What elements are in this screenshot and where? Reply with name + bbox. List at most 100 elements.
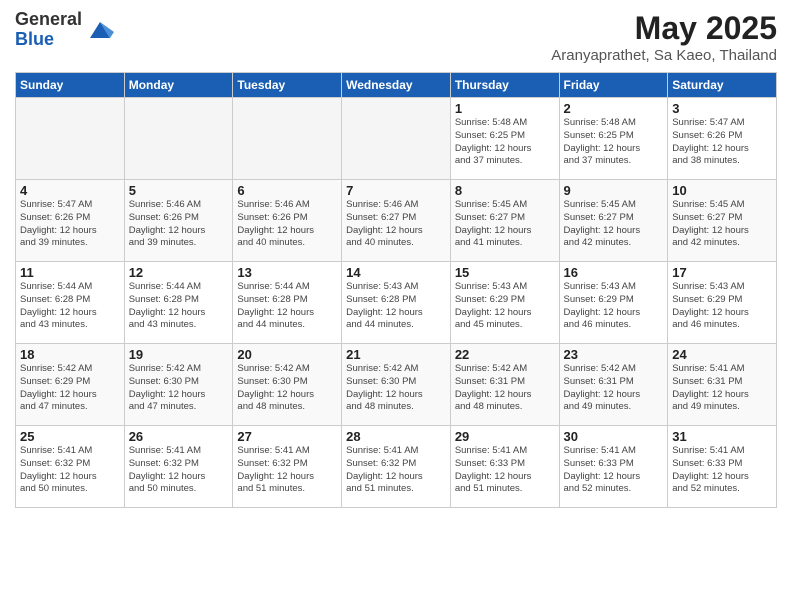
calendar-header-row: Sunday Monday Tuesday Wednesday Thursday…	[16, 73, 777, 98]
day-number: 8	[455, 183, 555, 198]
day-number: 19	[129, 347, 229, 362]
day-info: Sunrise: 5:46 AMSunset: 6:26 PMDaylight:…	[237, 199, 337, 250]
day-info: Sunrise: 5:46 AMSunset: 6:27 PMDaylight:…	[346, 199, 446, 250]
calendar-cell: 9Sunrise: 5:45 AMSunset: 6:27 PMDaylight…	[559, 180, 668, 262]
calendar-cell: 12Sunrise: 5:44 AMSunset: 6:28 PMDayligh…	[124, 262, 233, 344]
calendar-week-3: 11Sunrise: 5:44 AMSunset: 6:28 PMDayligh…	[16, 262, 777, 344]
calendar-cell: 27Sunrise: 5:41 AMSunset: 6:32 PMDayligh…	[233, 426, 342, 508]
day-number: 1	[455, 101, 555, 116]
day-number: 31	[672, 429, 772, 444]
day-info: Sunrise: 5:47 AMSunset: 6:26 PMDaylight:…	[20, 199, 120, 250]
calendar-cell: 11Sunrise: 5:44 AMSunset: 6:28 PMDayligh…	[16, 262, 125, 344]
day-number: 18	[20, 347, 120, 362]
day-number: 2	[564, 101, 664, 116]
day-info: Sunrise: 5:45 AMSunset: 6:27 PMDaylight:…	[564, 199, 664, 250]
calendar-subtitle: Aranyaprathet, Sa Kaeo, Thailand	[551, 47, 777, 64]
calendar-cell	[124, 98, 233, 180]
logo-blue: Blue	[15, 30, 82, 50]
day-info: Sunrise: 5:44 AMSunset: 6:28 PMDaylight:…	[129, 281, 229, 332]
calendar-week-5: 25Sunrise: 5:41 AMSunset: 6:32 PMDayligh…	[16, 426, 777, 508]
day-number: 14	[346, 265, 446, 280]
day-info: Sunrise: 5:41 AMSunset: 6:32 PMDaylight:…	[129, 445, 229, 496]
day-info: Sunrise: 5:41 AMSunset: 6:32 PMDaylight:…	[346, 445, 446, 496]
day-info: Sunrise: 5:41 AMSunset: 6:31 PMDaylight:…	[672, 363, 772, 414]
calendar-cell: 30Sunrise: 5:41 AMSunset: 6:33 PMDayligh…	[559, 426, 668, 508]
calendar-cell: 18Sunrise: 5:42 AMSunset: 6:29 PMDayligh…	[16, 344, 125, 426]
day-number: 27	[237, 429, 337, 444]
day-number: 24	[672, 347, 772, 362]
page: General Blue May 2025 Aranyaprathet, Sa …	[0, 0, 792, 612]
day-info: Sunrise: 5:45 AMSunset: 6:27 PMDaylight:…	[672, 199, 772, 250]
logo-icon	[86, 16, 114, 44]
calendar-cell	[342, 98, 451, 180]
calendar-cell: 6Sunrise: 5:46 AMSunset: 6:26 PMDaylight…	[233, 180, 342, 262]
day-number: 13	[237, 265, 337, 280]
title-block: May 2025 Aranyaprathet, Sa Kaeo, Thailan…	[551, 10, 777, 64]
day-number: 9	[564, 183, 664, 198]
day-info: Sunrise: 5:48 AMSunset: 6:25 PMDaylight:…	[455, 117, 555, 168]
calendar-cell: 7Sunrise: 5:46 AMSunset: 6:27 PMDaylight…	[342, 180, 451, 262]
day-number: 25	[20, 429, 120, 444]
col-thursday: Thursday	[450, 73, 559, 98]
day-info: Sunrise: 5:41 AMSunset: 6:33 PMDaylight:…	[672, 445, 772, 496]
day-info: Sunrise: 5:41 AMSunset: 6:33 PMDaylight:…	[564, 445, 664, 496]
day-number: 30	[564, 429, 664, 444]
calendar-cell: 26Sunrise: 5:41 AMSunset: 6:32 PMDayligh…	[124, 426, 233, 508]
day-info: Sunrise: 5:43 AMSunset: 6:29 PMDaylight:…	[564, 281, 664, 332]
calendar-cell: 13Sunrise: 5:44 AMSunset: 6:28 PMDayligh…	[233, 262, 342, 344]
day-number: 5	[129, 183, 229, 198]
calendar-cell: 21Sunrise: 5:42 AMSunset: 6:30 PMDayligh…	[342, 344, 451, 426]
day-number: 16	[564, 265, 664, 280]
calendar-cell: 10Sunrise: 5:45 AMSunset: 6:27 PMDayligh…	[668, 180, 777, 262]
calendar-week-2: 4Sunrise: 5:47 AMSunset: 6:26 PMDaylight…	[16, 180, 777, 262]
day-info: Sunrise: 5:42 AMSunset: 6:31 PMDaylight:…	[564, 363, 664, 414]
day-info: Sunrise: 5:48 AMSunset: 6:25 PMDaylight:…	[564, 117, 664, 168]
day-info: Sunrise: 5:42 AMSunset: 6:30 PMDaylight:…	[346, 363, 446, 414]
calendar-cell: 29Sunrise: 5:41 AMSunset: 6:33 PMDayligh…	[450, 426, 559, 508]
col-saturday: Saturday	[668, 73, 777, 98]
logo-general: General	[15, 10, 82, 30]
day-number: 11	[20, 265, 120, 280]
day-info: Sunrise: 5:45 AMSunset: 6:27 PMDaylight:…	[455, 199, 555, 250]
calendar-cell: 8Sunrise: 5:45 AMSunset: 6:27 PMDaylight…	[450, 180, 559, 262]
day-number: 20	[237, 347, 337, 362]
day-number: 28	[346, 429, 446, 444]
day-info: Sunrise: 5:41 AMSunset: 6:33 PMDaylight:…	[455, 445, 555, 496]
day-number: 6	[237, 183, 337, 198]
day-info: Sunrise: 5:43 AMSunset: 6:29 PMDaylight:…	[672, 281, 772, 332]
day-info: Sunrise: 5:42 AMSunset: 6:30 PMDaylight:…	[129, 363, 229, 414]
calendar-cell: 5Sunrise: 5:46 AMSunset: 6:26 PMDaylight…	[124, 180, 233, 262]
day-info: Sunrise: 5:42 AMSunset: 6:31 PMDaylight:…	[455, 363, 555, 414]
calendar-week-4: 18Sunrise: 5:42 AMSunset: 6:29 PMDayligh…	[16, 344, 777, 426]
logo: General Blue	[15, 10, 114, 50]
day-info: Sunrise: 5:41 AMSunset: 6:32 PMDaylight:…	[237, 445, 337, 496]
calendar-cell: 19Sunrise: 5:42 AMSunset: 6:30 PMDayligh…	[124, 344, 233, 426]
calendar-cell: 4Sunrise: 5:47 AMSunset: 6:26 PMDaylight…	[16, 180, 125, 262]
day-info: Sunrise: 5:47 AMSunset: 6:26 PMDaylight:…	[672, 117, 772, 168]
calendar-cell: 16Sunrise: 5:43 AMSunset: 6:29 PMDayligh…	[559, 262, 668, 344]
day-info: Sunrise: 5:44 AMSunset: 6:28 PMDaylight:…	[20, 281, 120, 332]
day-number: 12	[129, 265, 229, 280]
calendar-cell: 1Sunrise: 5:48 AMSunset: 6:25 PMDaylight…	[450, 98, 559, 180]
col-wednesday: Wednesday	[342, 73, 451, 98]
calendar-week-1: 1Sunrise: 5:48 AMSunset: 6:25 PMDaylight…	[16, 98, 777, 180]
col-tuesday: Tuesday	[233, 73, 342, 98]
calendar-cell: 14Sunrise: 5:43 AMSunset: 6:28 PMDayligh…	[342, 262, 451, 344]
calendar-cell: 25Sunrise: 5:41 AMSunset: 6:32 PMDayligh…	[16, 426, 125, 508]
day-info: Sunrise: 5:42 AMSunset: 6:29 PMDaylight:…	[20, 363, 120, 414]
day-info: Sunrise: 5:43 AMSunset: 6:29 PMDaylight:…	[455, 281, 555, 332]
col-sunday: Sunday	[16, 73, 125, 98]
day-number: 23	[564, 347, 664, 362]
day-number: 4	[20, 183, 120, 198]
calendar-title: May 2025	[551, 10, 777, 47]
col-monday: Monday	[124, 73, 233, 98]
calendar-cell: 3Sunrise: 5:47 AMSunset: 6:26 PMDaylight…	[668, 98, 777, 180]
col-friday: Friday	[559, 73, 668, 98]
day-number: 22	[455, 347, 555, 362]
calendar-cell: 23Sunrise: 5:42 AMSunset: 6:31 PMDayligh…	[559, 344, 668, 426]
day-info: Sunrise: 5:41 AMSunset: 6:32 PMDaylight:…	[20, 445, 120, 496]
calendar-cell: 22Sunrise: 5:42 AMSunset: 6:31 PMDayligh…	[450, 344, 559, 426]
day-number: 26	[129, 429, 229, 444]
day-info: Sunrise: 5:46 AMSunset: 6:26 PMDaylight:…	[129, 199, 229, 250]
day-number: 3	[672, 101, 772, 116]
